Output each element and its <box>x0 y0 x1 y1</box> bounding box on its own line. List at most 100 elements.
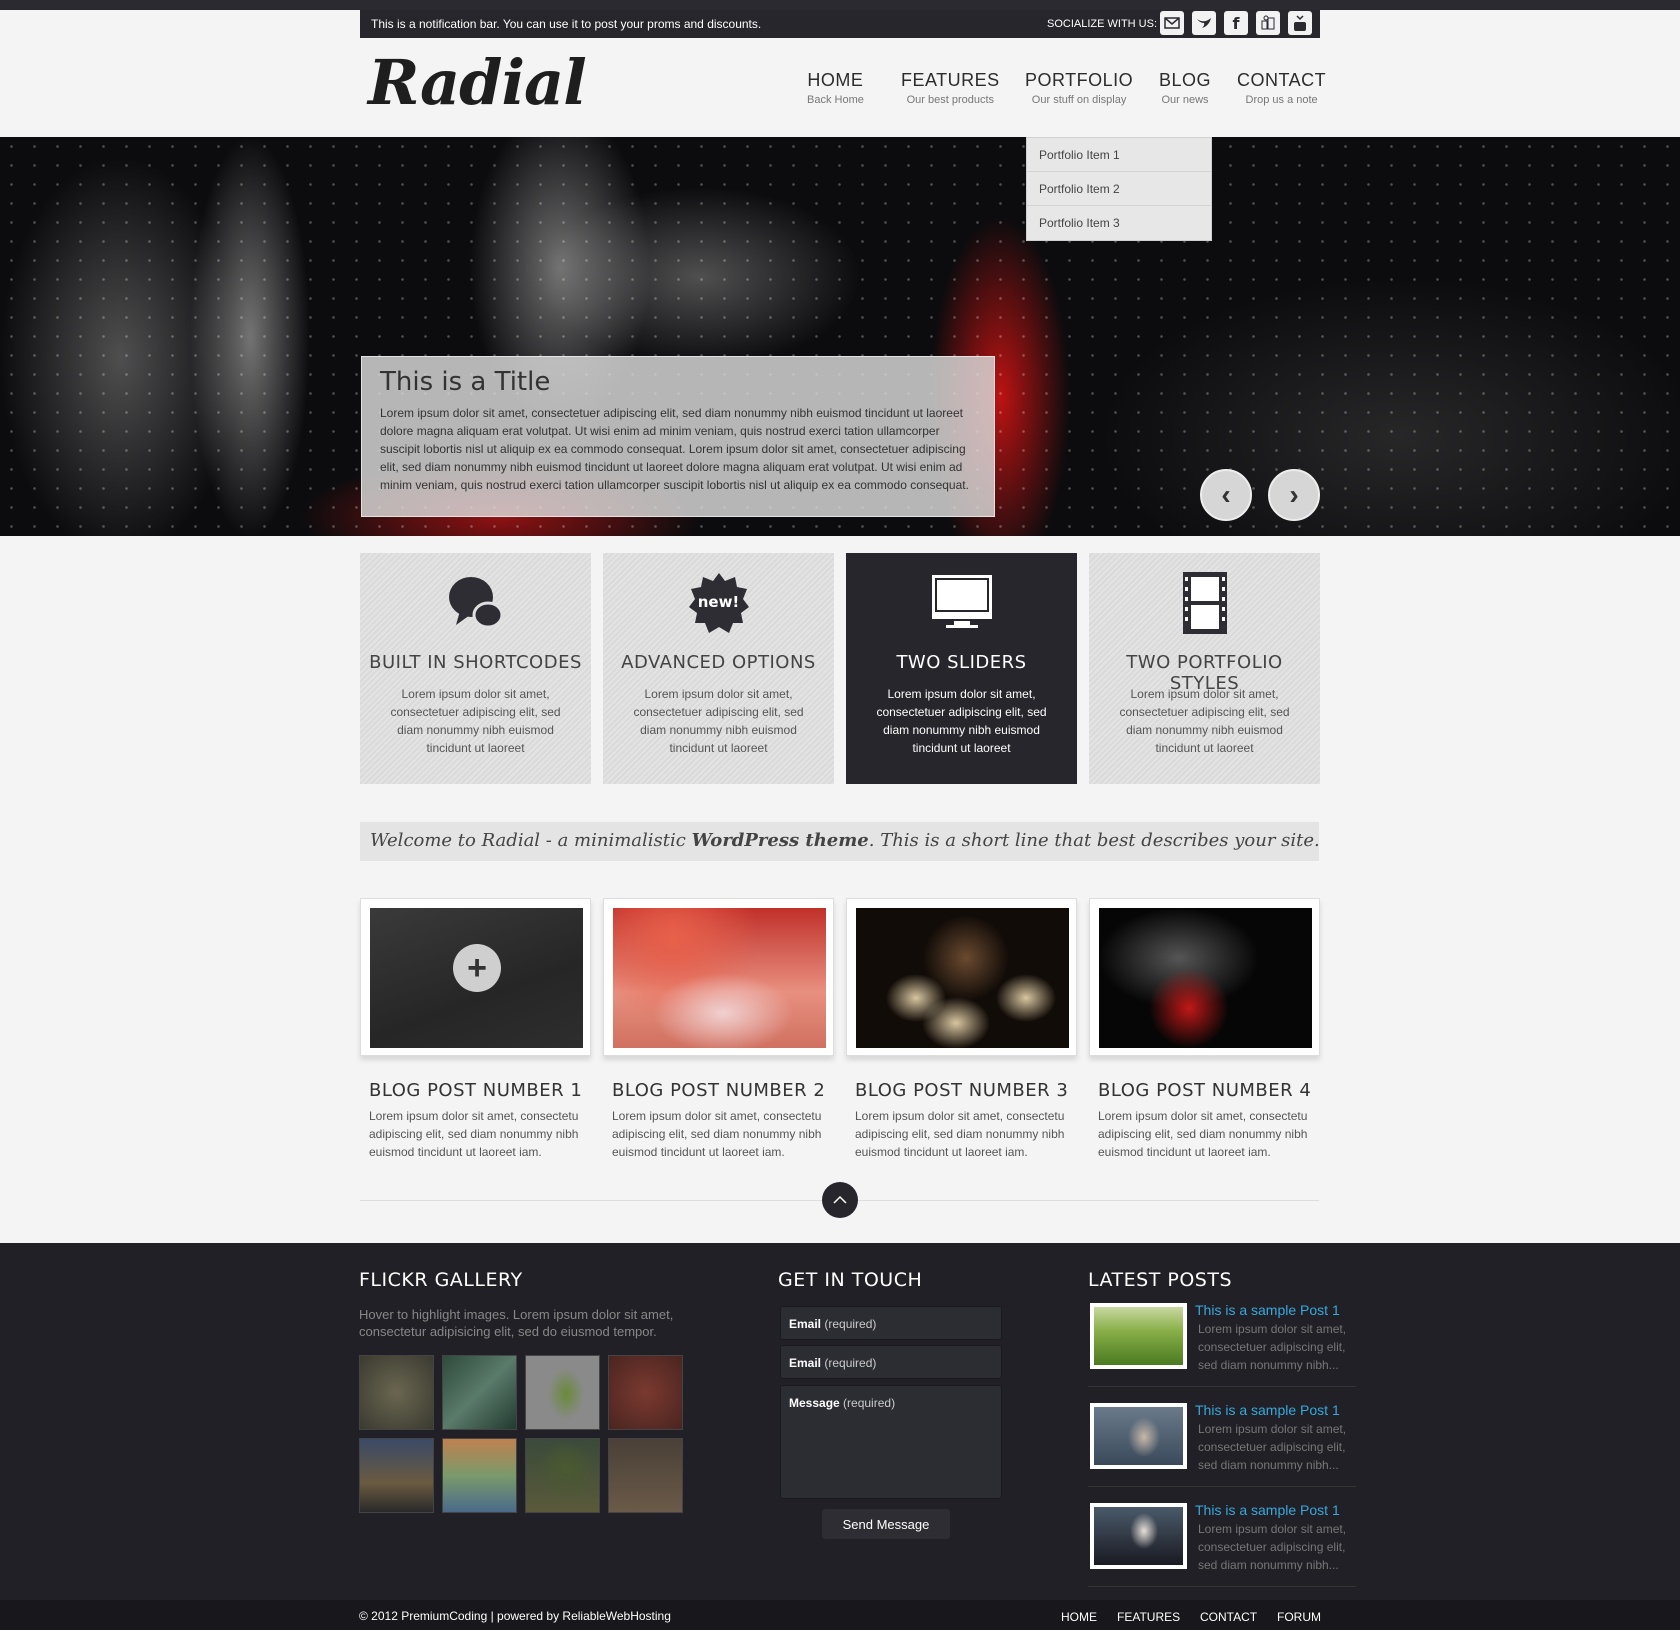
nav-sub: Back Home <box>807 94 864 106</box>
send-message-button[interactable]: Send Message <box>822 1509 950 1539</box>
blog-excerpt-3: Lorem ipsum dolor sit amet, consectetu a… <box>855 1109 1065 1159</box>
latest-post-thumbnail[interactable] <box>1090 1503 1187 1569</box>
dropdown-item-portfolio-1[interactable]: Portfolio Item 1 <box>1027 138 1211 172</box>
field-hint: (required) <box>843 1396 896 1410</box>
flickr-photo[interactable] <box>359 1438 434 1513</box>
flickr-icon[interactable] <box>1256 11 1280 35</box>
flickr-photo[interactable] <box>608 1438 683 1513</box>
hero-slider: This is a Title Lorem ipsum dolor sit am… <box>0 137 1680 536</box>
new-badge-label: new! <box>697 593 740 611</box>
blog-thumbnail-1[interactable]: + <box>360 898 591 1056</box>
back-to-top-button[interactable] <box>822 1182 858 1218</box>
youtube-icon[interactable] <box>1288 11 1312 35</box>
footer-nav-features[interactable]: FEATURES <box>1117 1610 1180 1624</box>
field-label: Email <box>789 1356 822 1370</box>
bottom-bar <box>0 1600 1680 1630</box>
blog-excerpt-4: Lorem ipsum dolor sit amet, consectetu a… <box>1098 1109 1308 1159</box>
field-hint: (required) <box>824 1317 877 1331</box>
notification-bar: This is a notification bar. You can use … <box>360 10 1320 38</box>
flickr-heading: FLICKR GALLERY <box>359 1269 523 1291</box>
flickr-photo[interactable] <box>359 1355 434 1430</box>
post-divider <box>1088 1486 1356 1487</box>
post-divider <box>1088 1386 1356 1387</box>
feature-title: ADVANCED OPTIONS <box>621 652 816 673</box>
blog-thumbnail-2[interactable] <box>603 898 834 1056</box>
cupcake-image <box>613 908 826 1048</box>
tagline-before: Welcome to Radial - a minimalistic <box>370 830 692 851</box>
nav-label: HOME <box>807 70 864 90</box>
field-label: Email <box>789 1317 822 1331</box>
feature-box-options[interactable]: new! ADVANCED OPTIONS Lorem ipsum dolor … <box>603 553 834 784</box>
socialize-label: SOCIALIZE WITH US: <box>1047 18 1158 30</box>
flickr-photo[interactable] <box>442 1438 517 1513</box>
email-field[interactable]: Email (required) <box>780 1306 1002 1340</box>
feature-text: Lorem ipsum dolor sit amet, consectetuer… <box>390 687 561 755</box>
nav-label: BLOG <box>1159 70 1212 90</box>
flickr-photo[interactable] <box>525 1438 600 1513</box>
film-strip-icon <box>1089 571 1320 635</box>
grass-image <box>1094 1307 1183 1365</box>
feature-box-sliders[interactable]: TWO SLIDERS Lorem ipsum dolor sit amet, … <box>846 553 1077 784</box>
flickr-photo[interactable] <box>525 1355 600 1430</box>
message-field[interactable]: Message (required) <box>780 1385 1002 1499</box>
nav-label: FEATURES <box>901 70 1000 90</box>
nav-label: PORTFOLIO <box>1025 70 1134 90</box>
latest-post-title[interactable]: This is a sample Post 1 <box>1195 1302 1340 1318</box>
site-logo[interactable]: Radial <box>368 46 587 119</box>
email-field[interactable]: Email (required) <box>780 1345 1002 1379</box>
latest-post-thumbnail[interactable] <box>1090 1403 1187 1469</box>
slide-title: This is a Title <box>380 367 551 397</box>
blog-title-2[interactable]: BLOG POST NUMBER 2 <box>612 1080 825 1101</box>
social-icons: f <box>1160 11 1312 35</box>
footer-nav-contact[interactable]: CONTACT <box>1200 1610 1257 1624</box>
slider-prev-button[interactable]: ‹ <box>1200 469 1252 521</box>
nav-features[interactable]: FEATURES Our best products <box>901 70 1000 106</box>
latest-post-thumbnail[interactable] <box>1090 1303 1187 1369</box>
tagline-after: . This is a short line that best describ… <box>868 830 1320 851</box>
latest-posts-heading: LATEST POSTS <box>1088 1269 1233 1291</box>
nav-home[interactable]: HOME Back Home <box>807 70 864 106</box>
latest-post-text: Lorem ipsum dolor sit amet, consectetuer… <box>1198 1422 1347 1472</box>
flickr-photo[interactable] <box>608 1355 683 1430</box>
feature-box-shortcodes[interactable]: BUILT IN SHORTCODES Lorem ipsum dolor si… <box>360 553 591 784</box>
blog-thumbnail-3[interactable] <box>846 898 1077 1056</box>
dropdown-item-portfolio-2[interactable]: Portfolio Item 2 <box>1027 172 1211 206</box>
latest-post-text: Lorem ipsum dolor sit amet, consectetuer… <box>1198 1322 1347 1372</box>
nav-portfolio[interactable]: PORTFOLIO Our stuff on display <box>1025 70 1133 106</box>
feature-box-portfolio-styles[interactable]: TWO PORTFOLIO STYLES Lorem ipsum dolor s… <box>1089 553 1320 784</box>
nav-sub: Our stuff on display <box>1031 94 1127 106</box>
slider-next-button[interactable]: › <box>1268 469 1320 521</box>
latest-post-title[interactable]: This is a sample Post 1 <box>1195 1502 1340 1518</box>
footer-nav-forum[interactable]: FORUM <box>1277 1610 1321 1624</box>
facebook-icon[interactable]: f <box>1224 11 1248 35</box>
blog-title-4[interactable]: BLOG POST NUMBER 4 <box>1098 1080 1311 1101</box>
latest-post-title[interactable]: This is a sample Post 1 <box>1195 1402 1340 1418</box>
nav-blog[interactable]: BLOG Our news <box>1159 70 1211 106</box>
tagline: Welcome to Radial - a minimalistic WordP… <box>360 822 1320 861</box>
email-icon[interactable] <box>1160 11 1184 35</box>
notification-message: This is a notification bar. You can use … <box>371 17 762 31</box>
splash-image <box>1099 908 1312 1048</box>
field-label: Message <box>789 1396 840 1410</box>
post-divider <box>1088 1586 1356 1587</box>
blog-title-1[interactable]: BLOG POST NUMBER 1 <box>369 1080 582 1101</box>
halloween-cupcakes-image <box>856 908 1069 1048</box>
nav-sub: Our news <box>1161 94 1209 106</box>
dropdown-item-portfolio-3[interactable]: Portfolio Item 3 <box>1027 206 1211 240</box>
slide-caption: This is a Title Lorem ipsum dolor sit am… <box>361 356 995 517</box>
nav-contact[interactable]: CONTACT Drop us a note <box>1237 70 1326 106</box>
latest-post-text: Lorem ipsum dolor sit amet, consectetuer… <box>1198 1522 1347 1572</box>
twitter-icon[interactable] <box>1192 11 1216 35</box>
plus-icon[interactable]: + <box>453 944 501 992</box>
woman-image <box>1094 1507 1183 1565</box>
flickr-description: Hover to highlight images. Lorem ipsum d… <box>359 1307 674 1339</box>
feature-text: Lorem ipsum dolor sit amet, consectetuer… <box>633 687 804 755</box>
contact-heading: GET IN TOUCH <box>778 1269 923 1291</box>
blog-thumbnail-4[interactable] <box>1089 898 1320 1056</box>
blog-title-3[interactable]: BLOG POST NUMBER 3 <box>855 1080 1068 1101</box>
footer-nav-home[interactable]: HOME <box>1061 1610 1097 1624</box>
chevron-right-icon: › <box>1289 479 1299 510</box>
dancer-image <box>1094 1407 1183 1465</box>
flickr-photo[interactable] <box>442 1355 517 1430</box>
nav-sub: Drop us a note <box>1245 94 1318 106</box>
